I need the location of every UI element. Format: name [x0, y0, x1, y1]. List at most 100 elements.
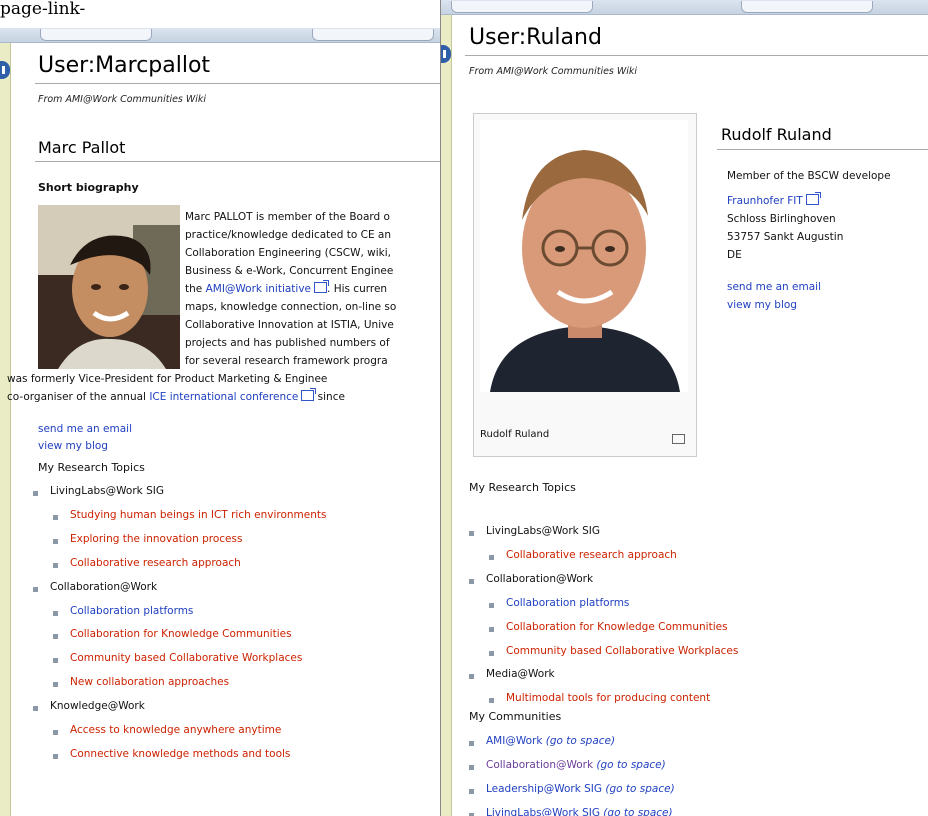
subtopic-link[interactable]: Multimodal tools for producing content: [506, 692, 710, 704]
right-toolbar-tab[interactable]: [451, 1, 593, 13]
go-to-space-link[interactable]: (go to space): [600, 807, 672, 816]
ice-conference-link[interactable]: ICE international conference: [149, 391, 298, 403]
list-bullet-icon: [53, 753, 58, 759]
list-bullet-icon: [53, 730, 58, 735]
list-bullet-icon: [53, 682, 58, 688]
address-line-1: Schloss Birlinghoven: [727, 213, 836, 225]
list-bullet-icon: [469, 674, 474, 680]
list-bullet-icon: [469, 741, 474, 746]
bio-line-10: was formerly Vice-President for Product …: [7, 373, 328, 385]
wiki-logo-icon[interactable]: [441, 45, 451, 63]
community-link[interactable]: Collaboration@Work: [486, 759, 593, 771]
external-link-icon: [805, 192, 821, 205]
list-bullet-icon: [53, 634, 58, 640]
subtopic-link[interactable]: Collaborative research approach: [506, 549, 677, 561]
subtopic-link[interactable]: Exploring the innovation process: [70, 533, 242, 545]
go-to-space-link[interactable]: (go to space): [542, 735, 615, 747]
bio-line-11-end: since: [314, 391, 345, 403]
page-link-caption: page-link-: [0, 0, 86, 19]
right-window-toolbar: [441, 0, 928, 15]
bio-line-4: Business & e-Work, Concurrent Enginee: [185, 265, 394, 277]
topic-link[interactable]: LivingLabs@Work SIG: [50, 485, 164, 497]
bio-line-5: the AMI@Work initiative . His curren: [185, 280, 387, 298]
list-bullet-icon: [489, 698, 494, 704]
send-email-link[interactable]: send me an email: [727, 278, 821, 296]
bio-line-2: practice/knowledge dedicated to CE an: [185, 229, 392, 241]
send-email-link[interactable]: send me an email: [38, 420, 132, 438]
bio-line-5-end: . His curren: [327, 283, 388, 295]
list-bullet-icon: [489, 650, 494, 656]
subtopic-link[interactable]: Collaboration for Knowledge Communities: [70, 628, 292, 640]
topic-link[interactable]: Media@Work: [486, 668, 555, 680]
from-wiki-label: From AMI@Work Communities Wiki: [469, 66, 638, 77]
subtopic-link[interactable]: Connective knowledge methods and tools: [70, 748, 290, 760]
community-item: AMI@Work (go to space): [486, 735, 615, 747]
person-name-heading: Marc Pallot: [38, 138, 126, 157]
list-bullet-icon: [489, 554, 494, 560]
right-toolbar-tab-2[interactable]: [741, 1, 873, 13]
rudolf-ruland-photo[interactable]: [480, 120, 688, 392]
person-name-heading: Rudolf Ruland: [721, 125, 832, 144]
topic-link[interactable]: Knowledge@Work: [50, 700, 145, 712]
go-to-space-link[interactable]: (go to space): [593, 759, 665, 771]
photo-caption: Rudolf Ruland: [480, 429, 550, 440]
bio-line-7: Collaborative Innovation at ISTIA, Unive: [185, 319, 394, 331]
research-topics-heading: My Research Topics: [469, 481, 576, 494]
bio-line-6: maps, knowledge connection, on-line so: [185, 301, 397, 313]
topic-link[interactable]: Collaboration@Work: [486, 573, 593, 585]
list-bullet-icon: [33, 491, 38, 496]
list-bullet-icon: [469, 764, 474, 770]
list-bullet-icon: [53, 562, 58, 568]
list-bullet-icon: [53, 514, 58, 520]
subtopic-link[interactable]: Collaboration for Knowledge Communities: [506, 621, 728, 633]
bio-line-5-start: the: [185, 283, 206, 295]
member-line: Member of the BSCW develope: [727, 170, 891, 182]
list-bullet-icon: [33, 586, 38, 592]
subtopic-link[interactable]: New collaboration approaches: [70, 676, 229, 688]
subtopic-link[interactable]: Collaborative research approach: [70, 557, 241, 569]
community-link[interactable]: AMI@Work: [486, 735, 542, 747]
community-link[interactable]: Leadership@Work SIG: [486, 783, 602, 795]
subtopic-link[interactable]: Collaboration platforms: [70, 605, 193, 617]
view-blog-link[interactable]: view my blog: [38, 437, 108, 455]
community-item: LivingLabs@Work SIG (go to space): [486, 807, 673, 816]
left-sidebar-strip: [0, 43, 11, 816]
ami-initiative-link[interactable]: AMI@Work initiative: [206, 283, 311, 295]
photo-thumbnail-frame: Rudolf Ruland: [473, 113, 697, 457]
topic-link[interactable]: LivingLabs@Work SIG: [486, 525, 600, 537]
go-to-space-link[interactable]: (go to space): [602, 783, 674, 795]
community-link[interactable]: LivingLabs@Work SIG: [486, 807, 600, 816]
subtopic-link[interactable]: Community based Collaborative Workplaces: [70, 652, 302, 664]
name-divider: [35, 161, 440, 162]
left-toolbar-tab-2[interactable]: [312, 29, 434, 41]
bio-line-3: Collaboration Engineering (CSCW, wiki,: [185, 247, 391, 259]
fraunhofer-fit-link[interactable]: Fraunhofer FIT: [727, 195, 803, 207]
bio-line-11: co-organiser of the annual ICE internati…: [7, 388, 345, 406]
left-toolbar-tab[interactable]: [40, 29, 152, 41]
list-bullet-icon: [53, 610, 58, 616]
subtopic-link[interactable]: Studying human beings in ICT rich enviro…: [70, 509, 326, 521]
bio-line-11-start: co-organiser of the annual: [7, 391, 150, 403]
bio-line-8: projects and has published numbers of: [185, 337, 390, 349]
page-title: User:Marcpallot: [38, 53, 211, 78]
enlarge-icon[interactable]: [672, 434, 685, 444]
subtopic-link[interactable]: Community based Collaborative Workplaces: [506, 645, 738, 657]
left-page-content: User:Marcpallot From AMI@Work Communitie…: [7, 43, 440, 816]
subtopic-link[interactable]: Access to knowledge anywhere anytime: [70, 724, 281, 736]
subtopic-link[interactable]: Collaboration platforms: [506, 597, 629, 609]
page-title: User:Ruland: [469, 25, 602, 50]
research-topics-heading: My Research Topics: [38, 461, 145, 474]
communities-heading: My Communities: [469, 710, 562, 723]
right-page-content: User:Ruland From AMI@Work Communities Wi…: [465, 15, 928, 816]
list-bullet-icon: [489, 626, 494, 632]
wiki-logo-icon[interactable]: [0, 61, 10, 79]
address-line-2: 53757 Sankt Augustin: [727, 231, 844, 243]
bio-line-9: for several research framework progra: [185, 355, 388, 367]
title-divider: [35, 83, 440, 84]
topic-link[interactable]: Collaboration@Work: [50, 581, 157, 593]
bio-line-1: Marc PALLOT is member of the Board o: [185, 211, 390, 223]
external-link-icon: [314, 280, 330, 293]
view-blog-link[interactable]: view my blog: [727, 296, 797, 314]
list-bullet-icon: [33, 706, 38, 712]
org-line: Fraunhofer FIT: [727, 192, 821, 210]
